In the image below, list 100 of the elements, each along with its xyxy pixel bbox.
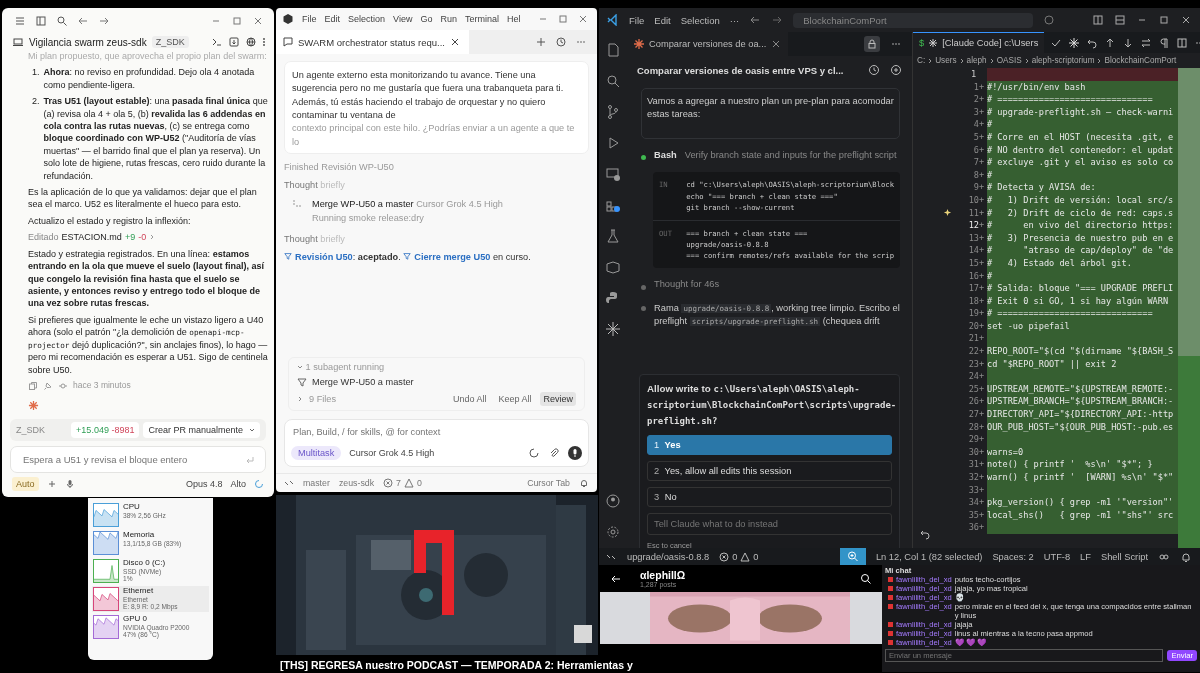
- remote-icon[interactable]: [605, 166, 621, 182]
- forward-arrow-icon[interactable]: [98, 15, 110, 27]
- menu-item[interactable]: Selection: [348, 14, 386, 24]
- branch-name[interactable]: master: [303, 478, 330, 488]
- sidebar-icon[interactable]: [35, 15, 47, 27]
- project-name[interactable]: zeus-sdk: [338, 478, 375, 488]
- bell-icon[interactable]: [1180, 550, 1192, 563]
- lock-icon[interactable]: [864, 36, 880, 52]
- sparkle-icon[interactable]: [943, 208, 952, 218]
- subagent-task[interactable]: Merge WP-U50 a master: [312, 377, 414, 387]
- source-control-icon[interactable]: [605, 104, 621, 120]
- menu-item[interactable]: View: [393, 14, 413, 24]
- menu-item[interactable]: Edit: [654, 14, 671, 26]
- more-icon[interactable]: [262, 36, 266, 48]
- link[interactable]: Revisión U50: [284, 251, 353, 262]
- maximize-icon[interactable]: [557, 13, 569, 25]
- split-editor-icon[interactable]: [1176, 36, 1189, 49]
- warning-icon[interactable]: [740, 551, 751, 562]
- cursor-position[interactable]: Ln 12, Col 1 (82 selected): [875, 551, 983, 562]
- caret-icon[interactable]: [249, 427, 255, 433]
- menu-item[interactable]: Selection: [680, 14, 720, 26]
- bell-icon[interactable]: [579, 478, 589, 488]
- review-action-button[interactable]: Keep All: [495, 392, 535, 406]
- history-icon[interactable]: [555, 36, 567, 48]
- line-ending[interactable]: LF: [1080, 551, 1091, 562]
- search-field[interactable]: BlockchainComPort: [793, 12, 1034, 28]
- breadcrumb[interactable]: OASIS: [996, 56, 1022, 65]
- video-title[interactable]: [THS] REGRESA nuestro PODCAST — TEMPORADA 2: Herramientas y: [280, 659, 633, 671]
- search-icon[interactable]: [56, 15, 68, 27]
- pin-icon[interactable]: [43, 380, 53, 391]
- close-icon[interactable]: [577, 13, 589, 25]
- breadcrumb[interactable]: BlockchainComPort: [1104, 56, 1177, 65]
- forward-arrow-icon[interactable]: [771, 14, 784, 26]
- account-icon[interactable]: [605, 493, 621, 509]
- option-button[interactable]: 3 No: [647, 486, 892, 507]
- instruction-input[interactable]: Tell Claude what to do instead: [647, 512, 892, 535]
- microphone-icon[interactable]: [568, 446, 582, 460]
- breadcrumb[interactable]: aleph-scriptorium: [1031, 56, 1095, 65]
- asterisk-icon[interactable]: [605, 321, 621, 337]
- terminal-icon[interactable]: [211, 36, 223, 48]
- zoom-icon[interactable]: [839, 548, 866, 565]
- plus-icon[interactable]: [46, 479, 57, 489]
- microphone-icon[interactable]: [64, 479, 75, 489]
- warning-count[interactable]: 0: [417, 478, 422, 488]
- branch-name[interactable]: upgrade/oasis-0.8.8: [627, 551, 710, 562]
- swap-icon[interactable]: [1140, 36, 1153, 49]
- warning-icon[interactable]: [404, 478, 414, 488]
- chevron-icon[interactable]: [297, 396, 303, 402]
- effort-selector[interactable]: Alto: [230, 479, 246, 489]
- model-selector[interactable]: Cursor Grok 4.5 High: [349, 448, 435, 458]
- breadcrumb[interactable]: Users: [935, 56, 957, 65]
- copy-icon[interactable]: [28, 380, 38, 391]
- editor-tab[interactable]: $ [Claude Code] c:\Users: [913, 32, 1045, 53]
- asterisk-icon[interactable]: [1068, 36, 1081, 49]
- flask-icon[interactable]: [605, 228, 621, 244]
- breadcrumb[interactable]: C:: [917, 56, 926, 65]
- option-button[interactable]: 2 Yes, allow all edits this session: [647, 460, 892, 481]
- files-icon[interactable]: [605, 42, 621, 58]
- language-mode[interactable]: Shell Script: [1100, 551, 1148, 562]
- maximize-icon[interactable]: [1158, 14, 1170, 26]
- review-action-button[interactable]: Undo All: [449, 392, 490, 406]
- menu-item[interactable]: Edit: [324, 14, 341, 24]
- maximize-icon[interactable]: [231, 15, 243, 27]
- menu-item[interactable]: Go: [420, 14, 433, 24]
- download-icon[interactable]: [228, 36, 240, 48]
- close-icon[interactable]: [252, 15, 264, 27]
- history-icon[interactable]: [868, 64, 880, 76]
- chat-tab[interactable]: SWARM orchestrator status requ...: [276, 30, 469, 54]
- plus-icon[interactable]: [535, 36, 547, 48]
- menu-item[interactable]: Terminal: [464, 14, 499, 24]
- settings-icon[interactable]: [605, 524, 621, 540]
- menu-item[interactable]: Hel: [506, 14, 521, 24]
- mode-button[interactable]: Multitask: [291, 446, 342, 460]
- undo-icon[interactable]: [919, 528, 931, 540]
- breadcrumb[interactable]: aleph: [966, 56, 987, 65]
- error-icon[interactable]: [383, 478, 394, 488]
- chevron-icon[interactable]: [149, 234, 156, 241]
- paperclip-icon[interactable]: [548, 447, 560, 459]
- indentation[interactable]: Spaces: 2: [992, 551, 1034, 562]
- new-chat-icon[interactable]: [890, 64, 902, 76]
- remote-icon[interactable]: [284, 478, 294, 488]
- error-icon[interactable]: [719, 551, 730, 562]
- search-icon[interactable]: [860, 572, 872, 585]
- globe-icon[interactable]: [245, 36, 257, 48]
- cursor-tab-status[interactable]: Cursor Tab: [527, 478, 570, 488]
- pilcrow-icon[interactable]: [1158, 36, 1171, 49]
- error-count[interactable]: 0: [732, 551, 738, 562]
- layout-icon[interactable]: [1114, 14, 1126, 26]
- search-icon[interactable]: [605, 73, 621, 89]
- mode-button[interactable]: Auto: [12, 477, 39, 491]
- model-selector[interactable]: Opus 4.8: [185, 479, 223, 489]
- file-name[interactable]: ESTACION.md: [61, 231, 122, 244]
- menu-item[interactable]: Run: [440, 14, 457, 24]
- link[interactable]: Cierre merge U50: [403, 251, 491, 262]
- encoding[interactable]: UTF-8: [1043, 551, 1071, 562]
- option-button[interactable]: 1 Yes: [647, 434, 892, 455]
- menu-item[interactable]: ···: [729, 14, 740, 26]
- box-icon[interactable]: [605, 259, 621, 275]
- layout-icon[interactable]: [1092, 14, 1104, 26]
- warning-count[interactable]: 0: [753, 551, 759, 562]
